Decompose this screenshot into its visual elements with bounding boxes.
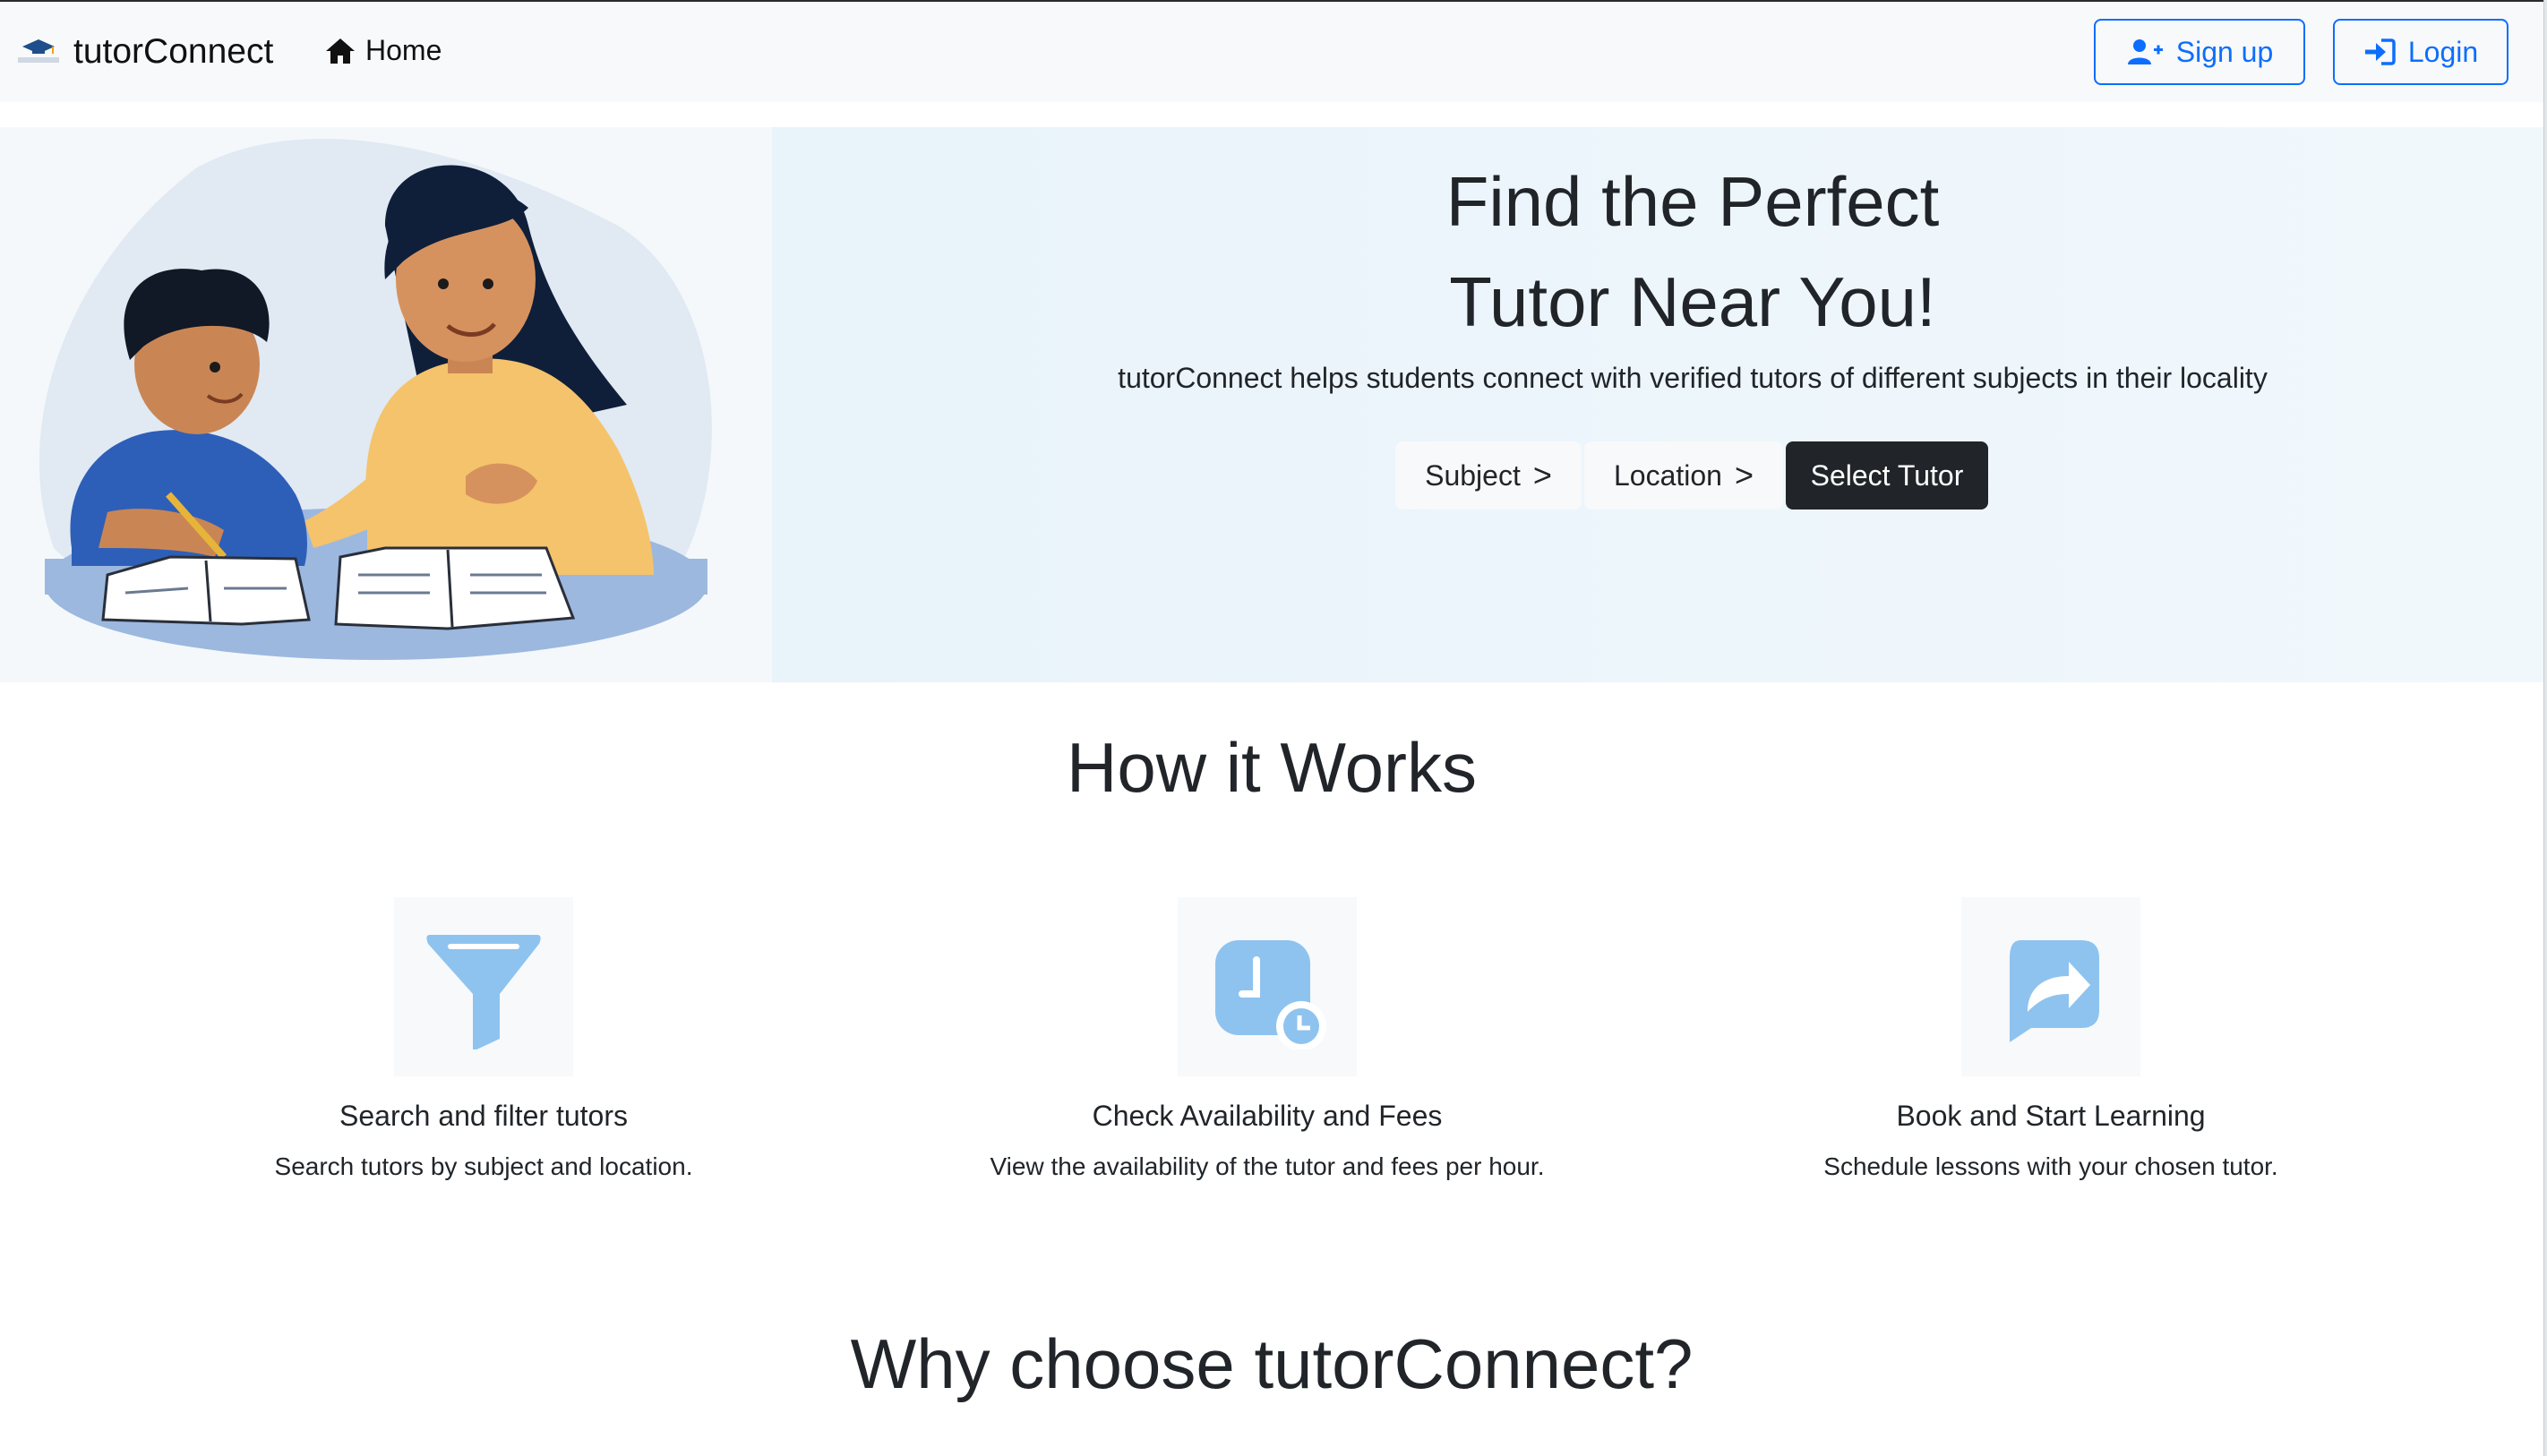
scrollbar[interactable] bbox=[2543, 0, 2547, 1456]
brand-name: tutorConnect bbox=[73, 32, 274, 71]
why-choose-title: Why choose tutorConnect? bbox=[850, 1324, 1694, 1403]
step-title: Book and Start Learning bbox=[1896, 1100, 2206, 1132]
location-dropdown-button[interactable]: Location > bbox=[1584, 441, 1783, 510]
step-description: View the availability of the tutor and f… bbox=[990, 1152, 1545, 1180]
step-title: Search and filter tutors bbox=[339, 1100, 628, 1132]
step-description: Search tutors by subject and location. bbox=[274, 1152, 693, 1180]
step-title: Check Availability and Fees bbox=[1092, 1100, 1443, 1132]
user-plus-icon bbox=[2127, 39, 2163, 64]
calendar-clock-icon bbox=[1178, 897, 1357, 1076]
signup-label: Sign up bbox=[2175, 35, 2274, 68]
navbar: tutorConnect Home Sign up Login bbox=[0, 2, 2543, 102]
select-tutor-label: Select Tutor bbox=[1810, 458, 1964, 492]
brand-link[interactable]: tutorConnect bbox=[14, 27, 273, 77]
hero-subtitle: tutorConnect helps students connect with… bbox=[1118, 362, 2268, 394]
login-label: Login bbox=[2407, 35, 2479, 68]
step-card-search: Search and filter tutors Search tutors b… bbox=[125, 897, 842, 1181]
home-icon bbox=[326, 38, 355, 64]
login-button[interactable]: Login bbox=[2333, 19, 2508, 85]
subject-label: Subject bbox=[1425, 458, 1521, 492]
chevron-right-icon: > bbox=[1734, 457, 1754, 493]
step-description: Schedule lessons with your chosen tutor. bbox=[1823, 1152, 2278, 1180]
sign-in-icon bbox=[2364, 39, 2396, 65]
chevron-right-icon: > bbox=[1532, 457, 1552, 493]
subject-dropdown-button[interactable]: Subject > bbox=[1395, 441, 1582, 510]
share-arrow-icon bbox=[1961, 897, 2140, 1076]
hero-title-line2: Tutor Near You! bbox=[1449, 262, 1936, 341]
select-tutor-button[interactable]: Select Tutor bbox=[1786, 441, 1988, 510]
nav-home-label: Home bbox=[365, 34, 442, 66]
step-card-availability: Check Availability and Fees View the ava… bbox=[909, 897, 1625, 1181]
nav-home-link[interactable]: Home bbox=[324, 34, 442, 67]
signup-button[interactable]: Sign up bbox=[2094, 19, 2305, 85]
location-label: Location bbox=[1613, 458, 1722, 492]
funnel-icon bbox=[394, 897, 573, 1076]
hero-title-line1: Find the Perfect bbox=[1445, 162, 1940, 241]
hero-illustration bbox=[0, 127, 772, 682]
step-card-book: Book and Start Learning Schedule lessons… bbox=[1693, 897, 2409, 1181]
logo-icon bbox=[14, 34, 63, 70]
how-it-works-title: How it Works bbox=[1067, 728, 1477, 807]
